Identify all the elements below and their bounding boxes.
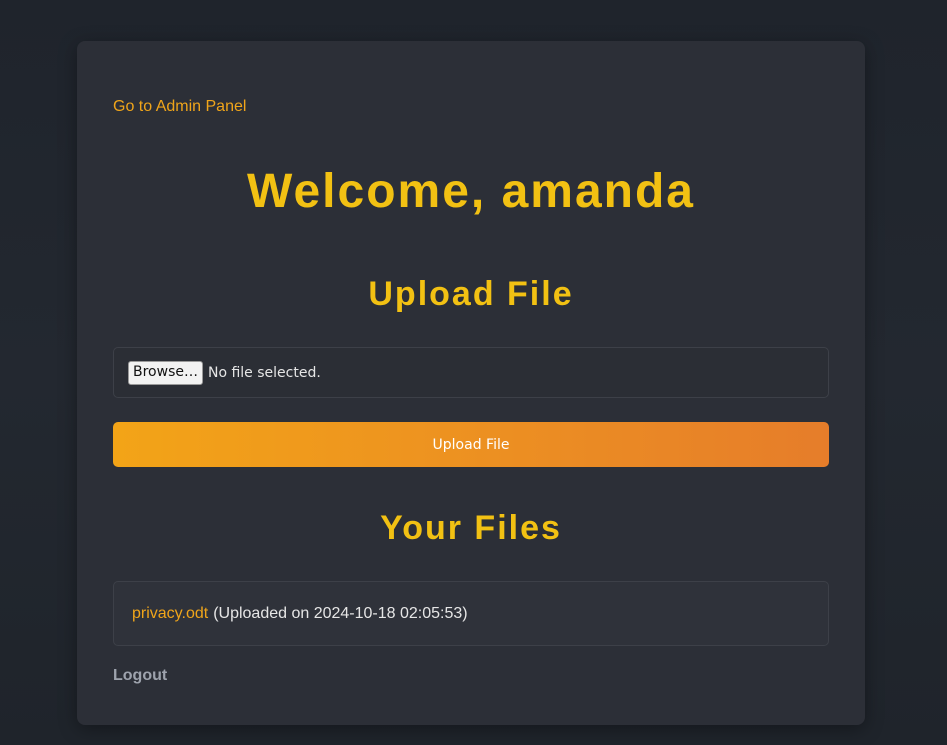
file-link[interactable]: privacy.odt: [132, 605, 208, 623]
file-upload-date: (Uploaded on 2024-10-18 02:05:53): [213, 604, 468, 622]
main-card: Go to Admin Panel Welcome, amanda Upload…: [77, 41, 865, 725]
file-status-text: No file selected.: [207, 364, 321, 381]
file-input[interactable]: Browse… No file selected.: [113, 347, 829, 398]
upload-file-button[interactable]: Upload File: [113, 422, 829, 467]
logout-link[interactable]: Logout: [113, 666, 167, 686]
files-section-title: Your Files: [380, 509, 562, 547]
upload-section-title: Upload File: [368, 275, 574, 313]
welcome-heading: Welcome, amanda: [247, 165, 695, 218]
list-item: privacy.odt (Uploaded on 2024-10-18 02:0…: [113, 581, 829, 646]
browse-button[interactable]: Browse…: [128, 360, 203, 385]
admin-panel-link[interactable]: Go to Admin Panel: [113, 97, 246, 117]
